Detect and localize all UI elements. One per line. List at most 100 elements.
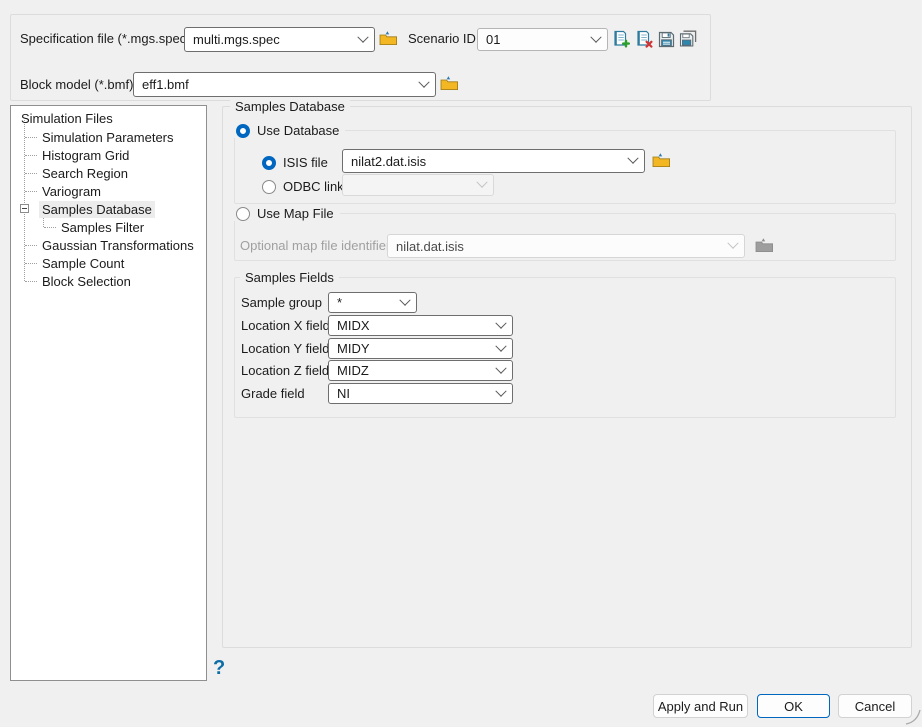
folder-disabled-icon [755,237,774,253]
block-model-value: eff1.bmf [142,77,189,92]
tree-item-label: Samples Filter [58,219,147,236]
block-model-label: Block model (*.bmf) [20,77,133,93]
odbc-link-radio-row[interactable]: ODBC link [262,179,344,194]
folder-open-icon [440,75,459,91]
location-y-value: MIDY [337,341,370,356]
use-map-file-radio-row[interactable]: Use Map File [234,206,340,221]
location-z-value: MIDZ [337,363,369,378]
open-folder-button[interactable] [379,30,398,49]
tree-connector [24,120,25,281]
scenario-id-label: Scenario ID [408,31,476,47]
document-add-icon [612,30,630,48]
grade-field-combobox[interactable]: NI [328,383,513,404]
tree-item-search-region[interactable]: Search Region [39,164,131,182]
spec-file-label: Specification file (*.mgs.spec) [20,31,191,47]
cancel-button[interactable]: Cancel [838,694,912,718]
sample-group-label: Sample group [241,295,322,311]
ok-button[interactable]: OK [757,694,830,718]
chevron-down-icon [418,76,429,87]
use-map-file-label: Use Map File [257,206,334,221]
block-model-combobox[interactable]: eff1.bmf [133,72,436,97]
odbc-link-label: ODBC link [283,179,344,194]
tree-item-label: Simulation Parameters [39,129,177,146]
map-file-identifier-label: Optional map file identifier [240,238,390,254]
new-scenario-button[interactable] [612,30,630,51]
folder-open-icon [379,30,398,46]
tree-item-samples-database[interactable]: Samples Database [39,200,155,218]
isis-file-radio[interactable] [262,156,276,170]
simulation-spec-dialog: Specification file (*.mgs.spec) multi.mg… [0,0,922,727]
tree-item-label: Gaussian Transformations [39,237,197,254]
tree-item-label: Block Selection [39,273,134,290]
delete-scenario-button[interactable] [635,30,653,51]
tree-connector [25,137,37,138]
resize-grip[interactable] [905,709,921,727]
grade-field-label: Grade field [241,386,305,402]
resize-grip-icon [905,709,921,725]
location-y-combobox[interactable]: MIDY [328,338,513,359]
help-button[interactable]: ? [213,658,225,678]
tree-item-variogram[interactable]: Variogram [39,182,104,200]
tree-item-gaussian-transformations[interactable]: Gaussian Transformations [39,236,197,254]
tree-item-histogram-grid[interactable]: Histogram Grid [39,146,132,164]
isis-file-label: ISIS file [283,155,328,170]
use-map-file-radio[interactable] [236,207,250,221]
save-as-button[interactable] [679,30,697,51]
isis-file-combobox[interactable]: nilat2.dat.isis [342,149,645,173]
grade-field-value: NI [337,386,350,401]
scenario-id-value: 01 [486,32,500,47]
chevron-down-icon [357,31,368,42]
location-y-label: Location Y field [241,341,329,357]
map-file-identifier-value: nilat.dat.isis [396,239,464,254]
chevron-down-icon [495,340,506,351]
use-database-radio-row[interactable]: Use Database [234,123,345,138]
odbc-link-combobox [342,174,494,196]
map-file-identifier-combobox: nilat.dat.isis [387,234,745,258]
isis-file-radio-row[interactable]: ISIS file [262,155,328,170]
chevron-down-icon [476,177,487,188]
chevron-down-icon [590,31,601,42]
sample-group-value: * [337,295,342,310]
open-folder-button[interactable] [652,152,671,171]
scenario-id-combobox[interactable]: 01 [477,28,608,51]
tree-item-simulation-parameters[interactable]: Simulation Parameters [39,128,177,146]
location-z-combobox[interactable]: MIDZ [328,360,513,381]
chevron-down-icon [495,362,506,373]
chevron-down-icon [495,385,506,396]
location-x-label: Location X field [241,318,330,334]
location-x-combobox[interactable]: MIDX [328,315,513,336]
navigation-tree: Simulation Files Simulation Parameters H… [10,105,207,681]
save-button[interactable] [658,31,675,51]
tree-item-block-selection[interactable]: Block Selection [39,272,134,290]
tree-item-samples-filter[interactable]: Samples Filter [58,218,147,236]
open-folder-button-disabled [755,237,774,256]
save-all-icon [679,30,697,48]
tree-item-label: Histogram Grid [39,147,132,164]
samples-database-group-title: Samples Database [230,99,350,115]
location-x-value: MIDX [337,318,370,333]
tree-connector [25,173,37,174]
folder-open-icon [652,152,671,168]
tree-item-simulation-files[interactable]: Simulation Files [18,109,116,127]
open-folder-button[interactable] [440,75,459,94]
tree-item-label: Simulation Files [18,110,116,127]
chevron-down-icon [399,294,410,305]
tree-item-sample-count[interactable]: Sample Count [39,254,127,272]
use-database-label: Use Database [257,123,339,138]
apply-and-run-button[interactable]: Apply and Run [653,694,748,718]
spec-file-combobox[interactable]: multi.mgs.spec [184,27,375,52]
tree-item-label: Sample Count [39,255,127,272]
collapse-minus-icon[interactable] [20,204,29,213]
tree-item-label: Search Region [39,165,131,182]
chevron-down-icon [627,153,638,164]
document-delete-icon [635,30,653,48]
tree-item-label-selected: Samples Database [39,201,155,218]
sample-group-combobox[interactable]: * [328,292,417,313]
samples-fields-group-title: Samples Fields [240,270,339,286]
save-icon [658,31,675,48]
chevron-down-icon [495,317,506,328]
tree-connector [44,227,56,228]
odbc-link-radio[interactable] [262,180,276,194]
use-database-radio[interactable] [236,124,250,138]
tree-item-label: Variogram [39,183,104,200]
